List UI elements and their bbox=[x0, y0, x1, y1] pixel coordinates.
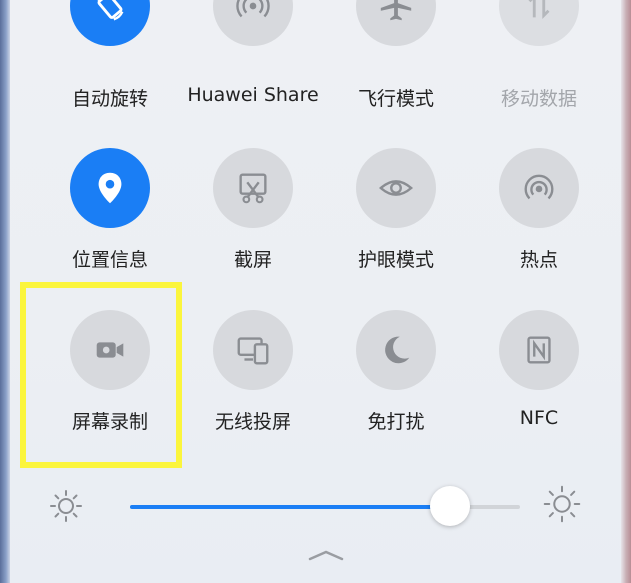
airplane-mode-button[interactable] bbox=[356, 0, 436, 46]
screen-record-button[interactable] bbox=[70, 310, 150, 390]
auto-rotate-icon bbox=[96, 0, 124, 21]
eye-icon bbox=[378, 180, 414, 196]
wireless-projection-button[interactable] bbox=[213, 310, 293, 390]
tile-label: 位置信息 bbox=[71, 249, 148, 271]
tile-label: 截屏 bbox=[233, 249, 272, 271]
tile-hotspot[interactable]: 热点 bbox=[469, 148, 609, 271]
airplane-icon bbox=[380, 0, 412, 21]
auto-rotate-button[interactable] bbox=[70, 0, 150, 46]
tile-nfc[interactable]: NFC bbox=[469, 310, 609, 430]
tile-huawei-share[interactable]: Huawei Share bbox=[183, 0, 323, 106]
nfc-button[interactable] bbox=[499, 310, 579, 390]
tile-label: 免打扰 bbox=[367, 411, 425, 433]
huawei-share-icon bbox=[236, 0, 270, 18]
tile-label: Huawei Share bbox=[187, 84, 319, 106]
brightness-slider-fill bbox=[130, 505, 450, 509]
sun-small-icon bbox=[50, 490, 82, 522]
mobile-data-icon bbox=[528, 0, 550, 19]
tile-label: 无线投屏 bbox=[214, 411, 291, 433]
tile-mobile-data[interactable]: 移动数据 bbox=[469, 0, 609, 110]
quick-settings-panel: 自动旋转 Huawei Share 飞行模式 移动数据 位置信息 截屏 护眼模式… bbox=[10, 0, 621, 583]
moon-icon bbox=[385, 336, 410, 364]
tile-do-not-disturb[interactable]: 免打扰 bbox=[326, 310, 466, 433]
mobile-data-button[interactable] bbox=[499, 0, 579, 46]
tile-label: 护眼模式 bbox=[357, 249, 434, 271]
do-not-disturb-button[interactable] bbox=[356, 310, 436, 390]
hotspot-icon bbox=[524, 174, 554, 200]
screen-record-icon bbox=[96, 342, 124, 358]
tile-location[interactable]: 位置信息 bbox=[40, 148, 180, 271]
nfc-icon bbox=[527, 336, 551, 364]
chevron-up-icon[interactable] bbox=[306, 548, 346, 562]
location-icon bbox=[98, 172, 122, 204]
sun-large-icon bbox=[543, 485, 581, 523]
tile-label: 自动旋转 bbox=[71, 88, 148, 110]
tile-label: 屏幕录制 bbox=[71, 411, 148, 433]
screenshot-icon bbox=[239, 173, 267, 204]
tile-airplane-mode[interactable]: 飞行模式 bbox=[326, 0, 466, 110]
tile-label: 飞行模式 bbox=[357, 88, 434, 110]
location-button[interactable] bbox=[70, 148, 150, 228]
screenshot-button[interactable] bbox=[213, 148, 293, 228]
tile-label: NFC bbox=[519, 407, 559, 429]
brightness-slider-thumb[interactable] bbox=[429, 486, 470, 526]
huawei-share-button[interactable] bbox=[213, 0, 293, 46]
wireless-projection-icon bbox=[237, 337, 269, 365]
tile-screen-record[interactable]: 屏幕录制 bbox=[40, 310, 180, 433]
tile-screenshot[interactable]: 截屏 bbox=[183, 148, 323, 271]
tile-label: 移动数据 bbox=[500, 88, 577, 110]
hotspot-button[interactable] bbox=[499, 148, 579, 228]
tile-eye-comfort[interactable]: 护眼模式 bbox=[326, 148, 466, 271]
eye-comfort-button[interactable] bbox=[356, 148, 436, 228]
tile-label: 热点 bbox=[519, 249, 558, 271]
tile-wireless-projection[interactable]: 无线投屏 bbox=[183, 310, 323, 433]
brightness-slider[interactable] bbox=[130, 486, 520, 526]
tile-auto-rotate[interactable]: 自动旋转 bbox=[40, 0, 180, 110]
